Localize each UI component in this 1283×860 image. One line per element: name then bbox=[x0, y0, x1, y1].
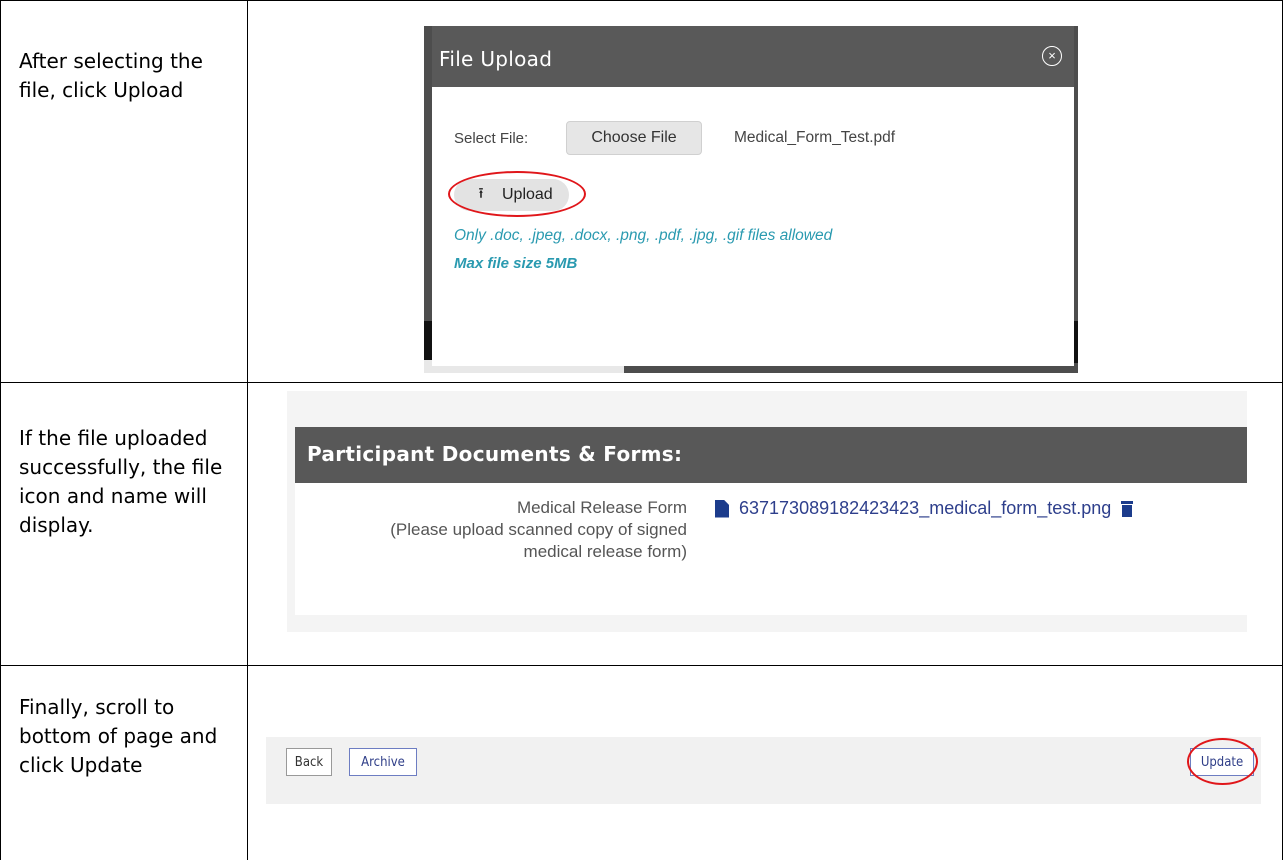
footer-buttons-screenshot: Back Archive Update bbox=[266, 737, 1261, 804]
modal-title: File Upload bbox=[439, 47, 553, 71]
choose-file-button[interactable]: Choose File bbox=[566, 121, 702, 155]
backdrop-edge bbox=[424, 321, 432, 363]
allowed-types-note: Only .doc, .jpeg, .docx, .png, .pdf, .jp… bbox=[454, 227, 833, 244]
file-upload-screenshot: File Upload × Select File: Choose File M… bbox=[424, 26, 1078, 373]
step-instruction-1: After selecting the file, click Upload bbox=[19, 49, 203, 102]
archive-button[interactable]: Archive bbox=[349, 748, 417, 776]
highlight-circle bbox=[1187, 738, 1258, 785]
uploaded-file-entry: 637173089182423423_medical_form_test.png bbox=[715, 498, 1134, 519]
trash-icon[interactable] bbox=[1121, 500, 1134, 517]
field-hint: (Please upload scanned copy of signed me… bbox=[390, 520, 687, 561]
modal-body: Select File: Choose File Medical_Form_Te… bbox=[432, 87, 1074, 366]
table-border-left bbox=[0, 0, 1, 860]
modal-header: File Upload × bbox=[432, 26, 1074, 87]
selected-file-name: Medical_Form_Test.pdf bbox=[734, 129, 896, 146]
uploaded-file-link[interactable]: 637173089182423423_medical_form_test.png bbox=[739, 498, 1111, 519]
backdrop-edge bbox=[1074, 321, 1078, 363]
close-circle-icon[interactable]: × bbox=[1042, 46, 1062, 66]
documents-panel-body: Medical Release Form (Please upload scan… bbox=[295, 483, 1247, 615]
field-label: Medical Release Form bbox=[516, 498, 687, 517]
step-instruction-3: Finally, scroll to bottom of page and cl… bbox=[19, 695, 218, 777]
step-instruction-2: If the file uploaded successfully, the f… bbox=[19, 426, 223, 537]
file-icon bbox=[715, 499, 729, 518]
back-button[interactable]: Back bbox=[286, 748, 332, 776]
row-divider-1 bbox=[0, 382, 1283, 383]
row-divider-2 bbox=[0, 665, 1283, 666]
file-upload-modal: File Upload × Select File: Choose File M… bbox=[432, 26, 1074, 366]
documents-panel-header: Participant Documents & Forms: bbox=[295, 427, 1247, 483]
highlight-circle bbox=[448, 171, 586, 217]
documents-panel-title: Participant Documents & Forms: bbox=[307, 442, 683, 466]
column-divider bbox=[247, 0, 248, 860]
max-size-note: Max file size 5MB bbox=[454, 255, 578, 272]
documents-screenshot: Participant Documents & Forms: Medical R… bbox=[287, 391, 1247, 632]
select-file-label: Select File: bbox=[454, 130, 529, 147]
table-border-top bbox=[0, 0, 1283, 1]
medical-release-label: Medical Release Form (Please upload scan… bbox=[327, 497, 687, 563]
